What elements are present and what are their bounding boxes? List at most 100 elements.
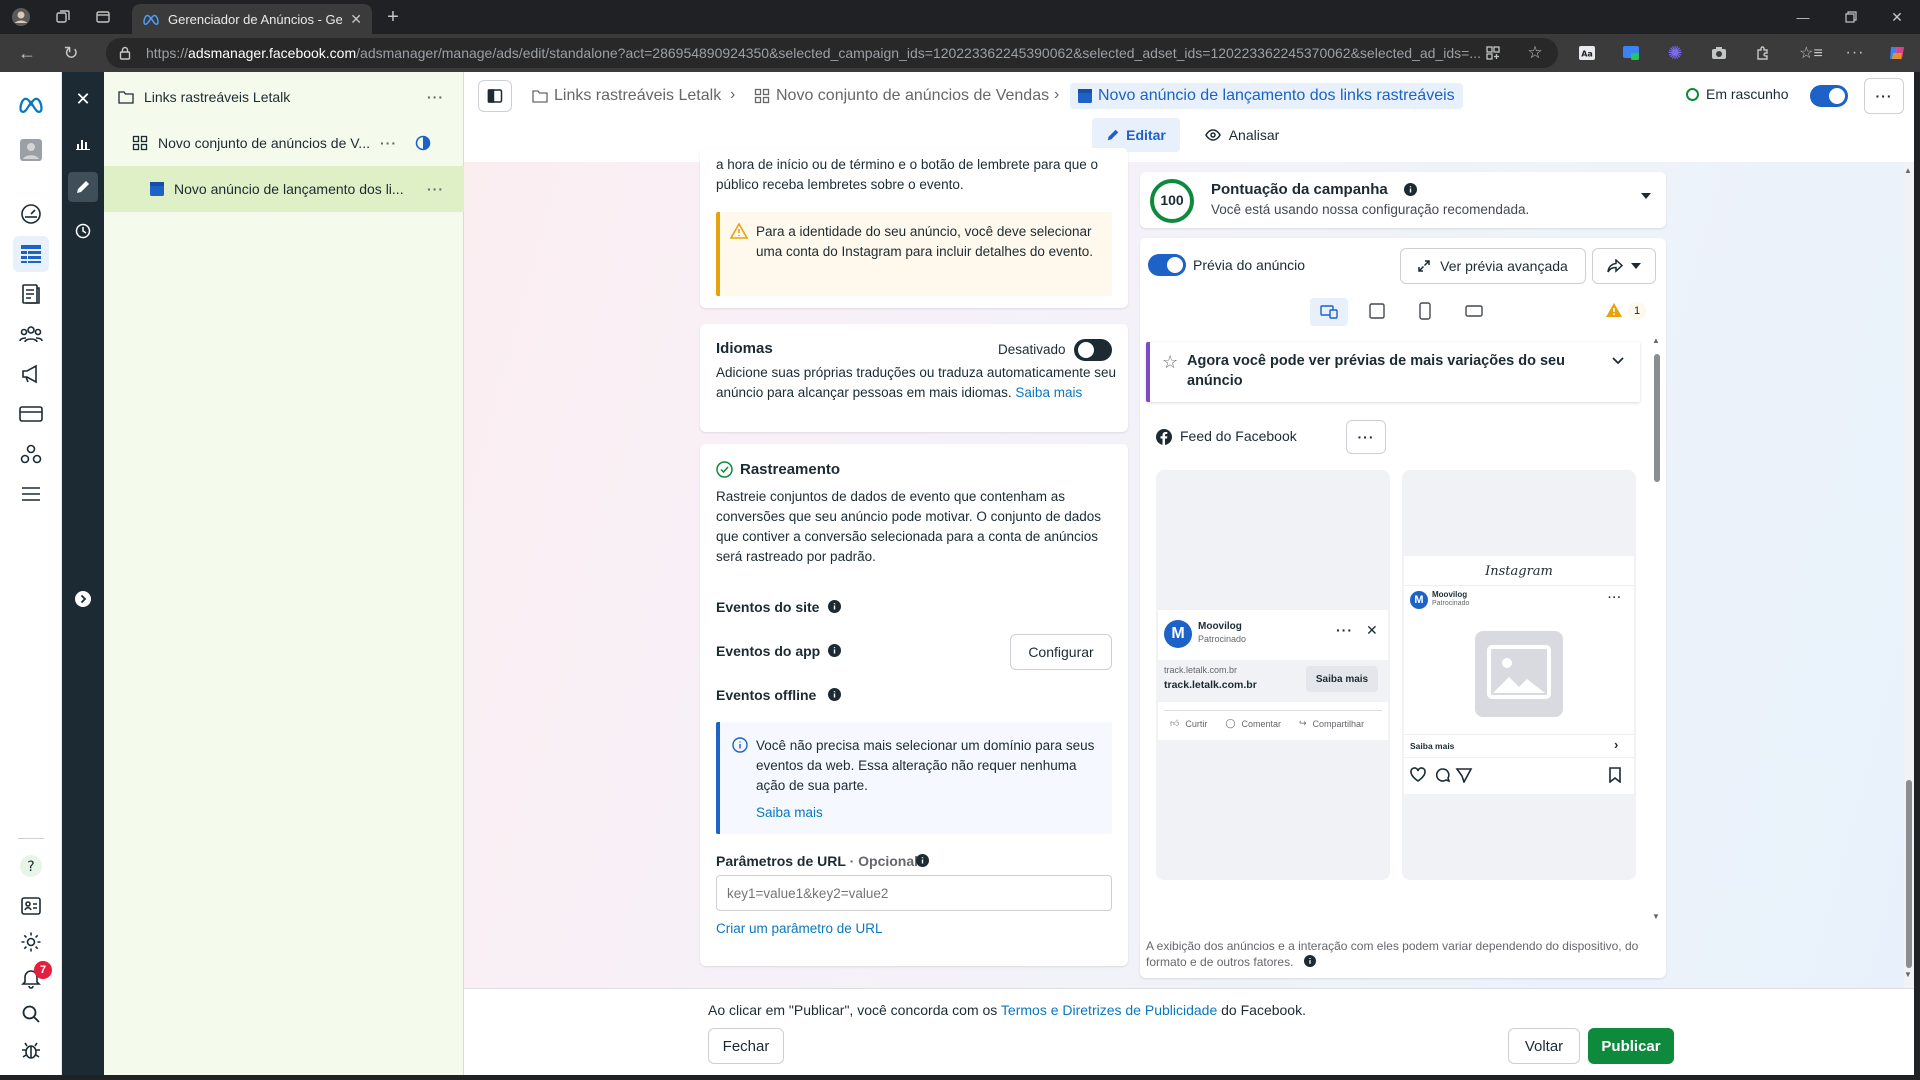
ad-on-off-toggle[interactable] (1810, 85, 1848, 107)
extension-shield-icon[interactable] (1620, 42, 1642, 64)
info-icon[interactable] (1404, 183, 1417, 196)
restore-window-icon[interactable] (1840, 6, 1862, 28)
settings-gear-icon[interactable] (13, 924, 49, 960)
favorites-list-icon[interactable]: ☆≡ (1799, 42, 1823, 64)
more-options-icon[interactable]: ··· (427, 89, 444, 105)
expand-panel-icon[interactable] (68, 584, 98, 614)
warning-triangle-icon[interactable] (1606, 303, 1622, 317)
info-icon[interactable] (916, 854, 929, 867)
audiences-icon[interactable] (13, 316, 49, 352)
publish-button[interactable]: Publicar (1588, 1028, 1674, 1064)
advanced-preview-button[interactable]: Ver prévia avançada (1400, 248, 1586, 284)
share-arrow-icon (1607, 259, 1623, 273)
campaigns-table-icon[interactable] (13, 236, 49, 272)
profile-avatar-icon[interactable] (10, 6, 32, 28)
back-icon[interactable]: ← (16, 42, 38, 64)
scroll-down-icon[interactable]: ▼ (1652, 912, 1660, 921)
url-params-input[interactable] (716, 875, 1112, 911)
favorite-star-icon[interactable]: ☆ (1524, 42, 1546, 64)
billing-card-icon[interactable] (13, 396, 49, 432)
account-avatar[interactable] (13, 132, 49, 168)
vertical-tabs-icon[interactable] (92, 6, 114, 28)
copilot-icon[interactable] (1886, 42, 1908, 64)
domain-learn-more-link[interactable]: Saiba mais (756, 803, 823, 823)
url-params-label: Parâmetros de URL · Opcional (716, 853, 918, 869)
toggle-tree-panel-button[interactable] (478, 80, 512, 112)
minimize-window-icon[interactable]: — (1792, 6, 1814, 28)
more-options-icon[interactable]: ··· (427, 181, 444, 197)
tree-item-ad[interactable]: Novo anúncio de lançamento dos li... ··· (104, 166, 464, 212)
mobile-format-icon[interactable] (1418, 302, 1432, 320)
chevron-down-icon (1631, 263, 1641, 269)
more-actions-button[interactable]: ··· (1864, 78, 1904, 114)
placement-more-button[interactable]: ··· (1346, 420, 1386, 454)
new-tab-icon[interactable]: + (382, 6, 404, 28)
url-path: /adsmanager/manage/ads/edit/standalone?a… (356, 45, 1481, 61)
configure-app-events-button[interactable]: Configurar (1010, 634, 1112, 670)
more-options-icon[interactable]: ··· (380, 135, 397, 151)
square-format-icon[interactable] (1368, 302, 1386, 320)
extensions-puzzle-icon[interactable] (1752, 42, 1774, 64)
create-url-param-link[interactable]: Criar um parâmetro de URL (716, 919, 883, 939)
browser-menu-icon[interactable]: ··· (1844, 42, 1866, 64)
browser-tab-active[interactable]: Gerenciador de Anúncios - Gerenciador de… (132, 4, 372, 34)
site-info-lock-icon[interactable] (114, 42, 136, 64)
info-circle-icon (732, 737, 748, 753)
back-button[interactable]: Voltar (1508, 1028, 1580, 1064)
terms-link[interactable]: Termos e Diretrizes de Publicidade (1001, 1002, 1217, 1018)
page-scroll-thumb[interactable] (1906, 780, 1912, 968)
multi-device-view-button[interactable] (1310, 298, 1348, 326)
tab-edit[interactable]: Editar (1092, 118, 1180, 152)
breadcrumb-campaign[interactable]: Links rastreáveis Letalk (532, 83, 721, 109)
info-icon[interactable] (1304, 955, 1316, 967)
info-icon[interactable] (828, 644, 841, 657)
meta-logo-icon[interactable] (13, 86, 49, 122)
share-preview-button[interactable] (1592, 248, 1656, 284)
scroll-up-icon[interactable]: ▲ (1904, 166, 1912, 175)
app-available-icon[interactable] (1482, 42, 1504, 64)
info-icon[interactable] (828, 688, 841, 701)
close-window-icon[interactable]: ✕ (1886, 6, 1908, 28)
help-icon[interactable]: ? (13, 848, 49, 884)
screenshot-camera-icon[interactable] (1708, 42, 1730, 64)
reports-icon[interactable] (13, 276, 49, 312)
address-bar[interactable]: https://adsmanager.facebook.com/adsmanag… (106, 38, 1558, 68)
edit-pencil-icon[interactable] (68, 172, 98, 202)
ad-preview-toggle[interactable] (1148, 254, 1186, 276)
search-icon[interactable] (13, 996, 49, 1032)
tree-item-campaign[interactable]: Links rastreáveis Letalk ··· (104, 74, 464, 120)
workspaces-icon[interactable] (52, 6, 74, 28)
scroll-up-icon[interactable]: ▲ (1652, 336, 1660, 345)
close-editor-icon[interactable]: ✕ (68, 84, 98, 114)
ad-icon (150, 182, 164, 196)
breadcrumb-ad[interactable]: Novo anúncio de lançamento dos links ras… (1070, 83, 1463, 109)
advertising-megaphone-icon[interactable] (13, 356, 49, 392)
url-params-optional: · Opcional (845, 853, 919, 869)
close-button[interactable]: Fechar (708, 1028, 784, 1064)
chevron-down-icon[interactable] (1640, 192, 1652, 200)
languages-toggle[interactable] (1074, 339, 1112, 361)
business-tools-icon[interactable] (13, 436, 49, 472)
extension-sparkle-icon[interactable]: ✺ (1664, 42, 1686, 64)
tab-analyze[interactable]: Analisar (1196, 118, 1288, 152)
languages-learn-more-link[interactable]: Saiba mais (1015, 385, 1082, 400)
all-tools-menu-icon[interactable] (13, 476, 49, 512)
browser-tab-title: Gerenciador de Anúncios - Gerenciador de… (168, 11, 343, 27)
chevron-down-icon[interactable] (1612, 357, 1624, 365)
reader-extension-icon[interactable]: Aa (1576, 42, 1598, 64)
reload-icon[interactable]: ↻ (60, 42, 82, 64)
close-tab-icon[interactable]: ✕ (350, 11, 362, 28)
performance-chart-icon[interactable] (68, 128, 98, 158)
scroll-down-icon[interactable]: ▼ (1904, 970, 1912, 979)
breadcrumb-adset[interactable]: Novo conjunto de anúncios de Vendas (754, 83, 1049, 109)
post-menu-icon: ··· (1336, 622, 1353, 638)
dashboard-gauge-icon[interactable] (13, 196, 49, 232)
tree-item-adset[interactable]: Novo conjunto de anúncios de V... ··· (104, 120, 464, 166)
history-clock-icon[interactable] (68, 216, 98, 246)
report-bug-icon[interactable] (13, 1032, 49, 1068)
landscape-format-icon[interactable] (1464, 304, 1484, 318)
business-profile-icon[interactable] (13, 888, 49, 924)
info-icon[interactable] (828, 600, 841, 613)
campaign-tree-panel (104, 72, 464, 1075)
preview-scroll-thumb[interactable] (1654, 354, 1660, 482)
